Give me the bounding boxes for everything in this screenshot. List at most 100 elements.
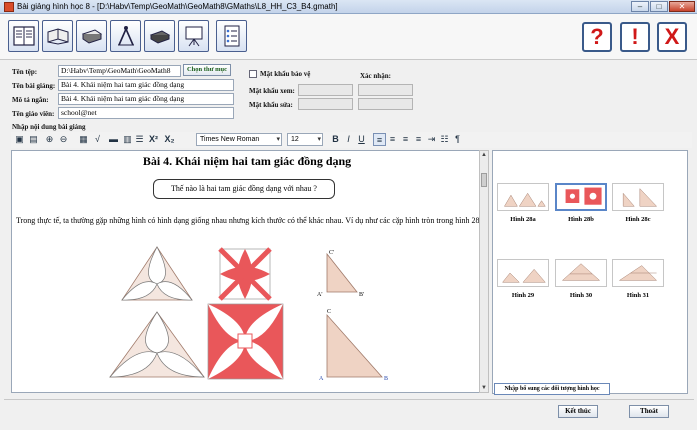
bold-button[interactable]: B: [329, 133, 342, 146]
font-name-value: Times New Roman: [200, 136, 260, 143]
teacher-label: Tên giáo viên:: [12, 110, 55, 118]
notebook-icon: [149, 30, 170, 44]
short-desc-field[interactable]: Bài 4. Khái niệm hai tam giác đồng dạng: [58, 93, 234, 105]
subscript-icon[interactable]: X₂: [163, 133, 176, 146]
align-right-icon[interactable]: ≡: [399, 133, 412, 146]
compass-icon: [117, 26, 134, 46]
zoom-in-icon[interactable]: ⊕: [43, 133, 56, 146]
figure-28a-thumbnail: [497, 183, 549, 211]
image-icon[interactable]: ▬: [107, 133, 120, 146]
font-size-value: 12: [291, 136, 299, 143]
projector-button[interactable]: [178, 20, 209, 52]
align-center-icon[interactable]: ≡: [386, 133, 399, 146]
view-password-confirm-field[interactable]: [358, 84, 413, 96]
edit-password-field[interactable]: [298, 98, 353, 110]
font-size-select[interactable]: 12 ▾: [287, 133, 323, 146]
window-controls: – □ ✕: [631, 1, 695, 12]
scroll-down-icon[interactable]: ▼: [480, 384, 488, 392]
content-section-label: Nhập nội dung bài giảng: [12, 123, 86, 131]
save-as-icon[interactable]: ▤: [27, 133, 40, 146]
figure-panel: Hình 28a Hình 28b Hình 28c Hình 29 Hình …: [492, 150, 688, 394]
justify-icon[interactable]: ≡: [412, 133, 425, 146]
figure-thumb[interactable]: Hình 31: [612, 259, 664, 299]
view-password-field[interactable]: [298, 84, 353, 96]
figure-28: C' A' B' C A B: [109, 246, 388, 382]
vertex-a-prime: A': [317, 292, 322, 298]
figure-thumb[interactable]: Hình 28a: [497, 183, 549, 223]
lesson-name-label: Tên bài giảng:: [12, 82, 56, 90]
chevron-down-icon: ▾: [317, 136, 321, 143]
file-path-field[interactable]: D:\Habv\Temp\GeoMath\GeoMath8: [58, 65, 181, 77]
exit-button[interactable]: Thoát: [629, 405, 669, 418]
italic-button[interactable]: I: [342, 133, 355, 146]
scroll-up-icon[interactable]: ▲: [480, 151, 488, 159]
open-book-icon: [47, 28, 68, 45]
file-label: Tên tệp:: [12, 68, 38, 76]
figure-thumb[interactable]: Hình 28b: [555, 183, 607, 223]
list-icon[interactable]: ☰: [133, 133, 146, 146]
password-protect-checkbox[interactable]: [249, 70, 257, 78]
main-toolbar: ? ! X: [0, 14, 697, 60]
formula-icon[interactable]: √: [91, 133, 104, 146]
closed-book-button[interactable]: [76, 20, 107, 52]
chevron-down-icon: ▾: [276, 136, 280, 143]
scroll-thumb[interactable]: [481, 173, 487, 187]
open-book-button[interactable]: [42, 20, 73, 52]
closed-book-icon: [81, 29, 102, 44]
square-flower-small: [218, 247, 272, 301]
edit-password-confirm-field[interactable]: [358, 98, 413, 110]
editor-scrollbar[interactable]: ▲ ▼: [479, 150, 489, 393]
add-geometry-objects-button[interactable]: Nhập bổ sung các đối tượng hình học: [494, 383, 610, 395]
figure-28b-thumbnail: [555, 183, 607, 211]
maximize-button[interactable]: □: [650, 1, 668, 12]
figure-thumb[interactable]: Hình 28c: [612, 183, 664, 223]
paragraph-icon[interactable]: ¶: [451, 133, 464, 146]
indent-icon[interactable]: ⇥: [425, 133, 438, 146]
triangle-flower-large: [109, 311, 205, 378]
font-name-select[interactable]: Times New Roman ▾: [196, 133, 282, 146]
help-button[interactable]: ?: [582, 22, 612, 52]
square-flower-large: [207, 303, 284, 380]
table-icon[interactable]: ▦: [77, 133, 90, 146]
underline-button[interactable]: U: [355, 133, 368, 146]
right-triangle-large: [326, 313, 383, 378]
title-bar: Bài giảng hình học 8 - [D:\Habv\Temp\Geo…: [0, 0, 697, 14]
teacher-field[interactable]: school@net: [58, 107, 234, 119]
app-icon: [4, 1, 14, 12]
zoom-out-icon[interactable]: ⊖: [57, 133, 70, 146]
vertex-b-prime: B': [359, 292, 364, 298]
notebook-button[interactable]: [144, 20, 175, 52]
lesson-editor[interactable]: Bài 4. Khái niệm hai tam giác đồng dạng …: [11, 150, 488, 393]
choose-folder-button[interactable]: Chọn thư mục: [183, 64, 231, 76]
align-left-icon[interactable]: ≡: [373, 133, 386, 146]
minimize-button[interactable]: –: [631, 1, 649, 12]
footer-divider: [4, 399, 694, 400]
confirm-label: Xác nhận:: [360, 72, 391, 80]
bullets-icon[interactable]: ☷: [438, 133, 451, 146]
right-triangle-small: [326, 252, 358, 293]
vertex-c-prime: C': [329, 250, 334, 256]
superscript-icon[interactable]: X²: [147, 133, 160, 146]
save-icon[interactable]: ▣: [13, 133, 26, 146]
lesson-name-field[interactable]: Bài 4. Khái niệm hai tam giác đồng dạng: [58, 79, 234, 91]
finish-button[interactable]: Kết thúc: [558, 405, 598, 418]
checklist-button[interactable]: [216, 20, 247, 52]
compass-button[interactable]: [110, 20, 141, 52]
vertex-c: C: [327, 309, 331, 315]
figure-caption: Hình 28b: [568, 216, 594, 223]
short-desc-label: Mô tả ngắn:: [12, 96, 49, 104]
figure-29-thumbnail: [497, 259, 549, 287]
figure-30-thumbnail: [555, 259, 607, 287]
alert-button[interactable]: !: [620, 22, 650, 52]
figure-caption: Hình 31: [626, 292, 650, 299]
password-protect-label: Mật khẩu bảo vệ: [260, 70, 311, 78]
figure-thumb[interactable]: Hình 29: [497, 259, 549, 299]
format-toolbar: ▣ ▤ ⊕ ⊖ ▦ √ ▬ ▥ ☰ X² X₂ Times New Roman ▾…: [11, 132, 692, 148]
lesson-list-button[interactable]: [8, 20, 39, 52]
vertex-b: B: [384, 376, 388, 382]
close-window-button[interactable]: ✕: [669, 1, 695, 12]
projector-icon: [185, 26, 202, 47]
figure-thumb[interactable]: Hình 30: [555, 259, 607, 299]
exit-app-button[interactable]: X: [657, 22, 687, 52]
figure-28c-thumbnail: [612, 183, 664, 211]
